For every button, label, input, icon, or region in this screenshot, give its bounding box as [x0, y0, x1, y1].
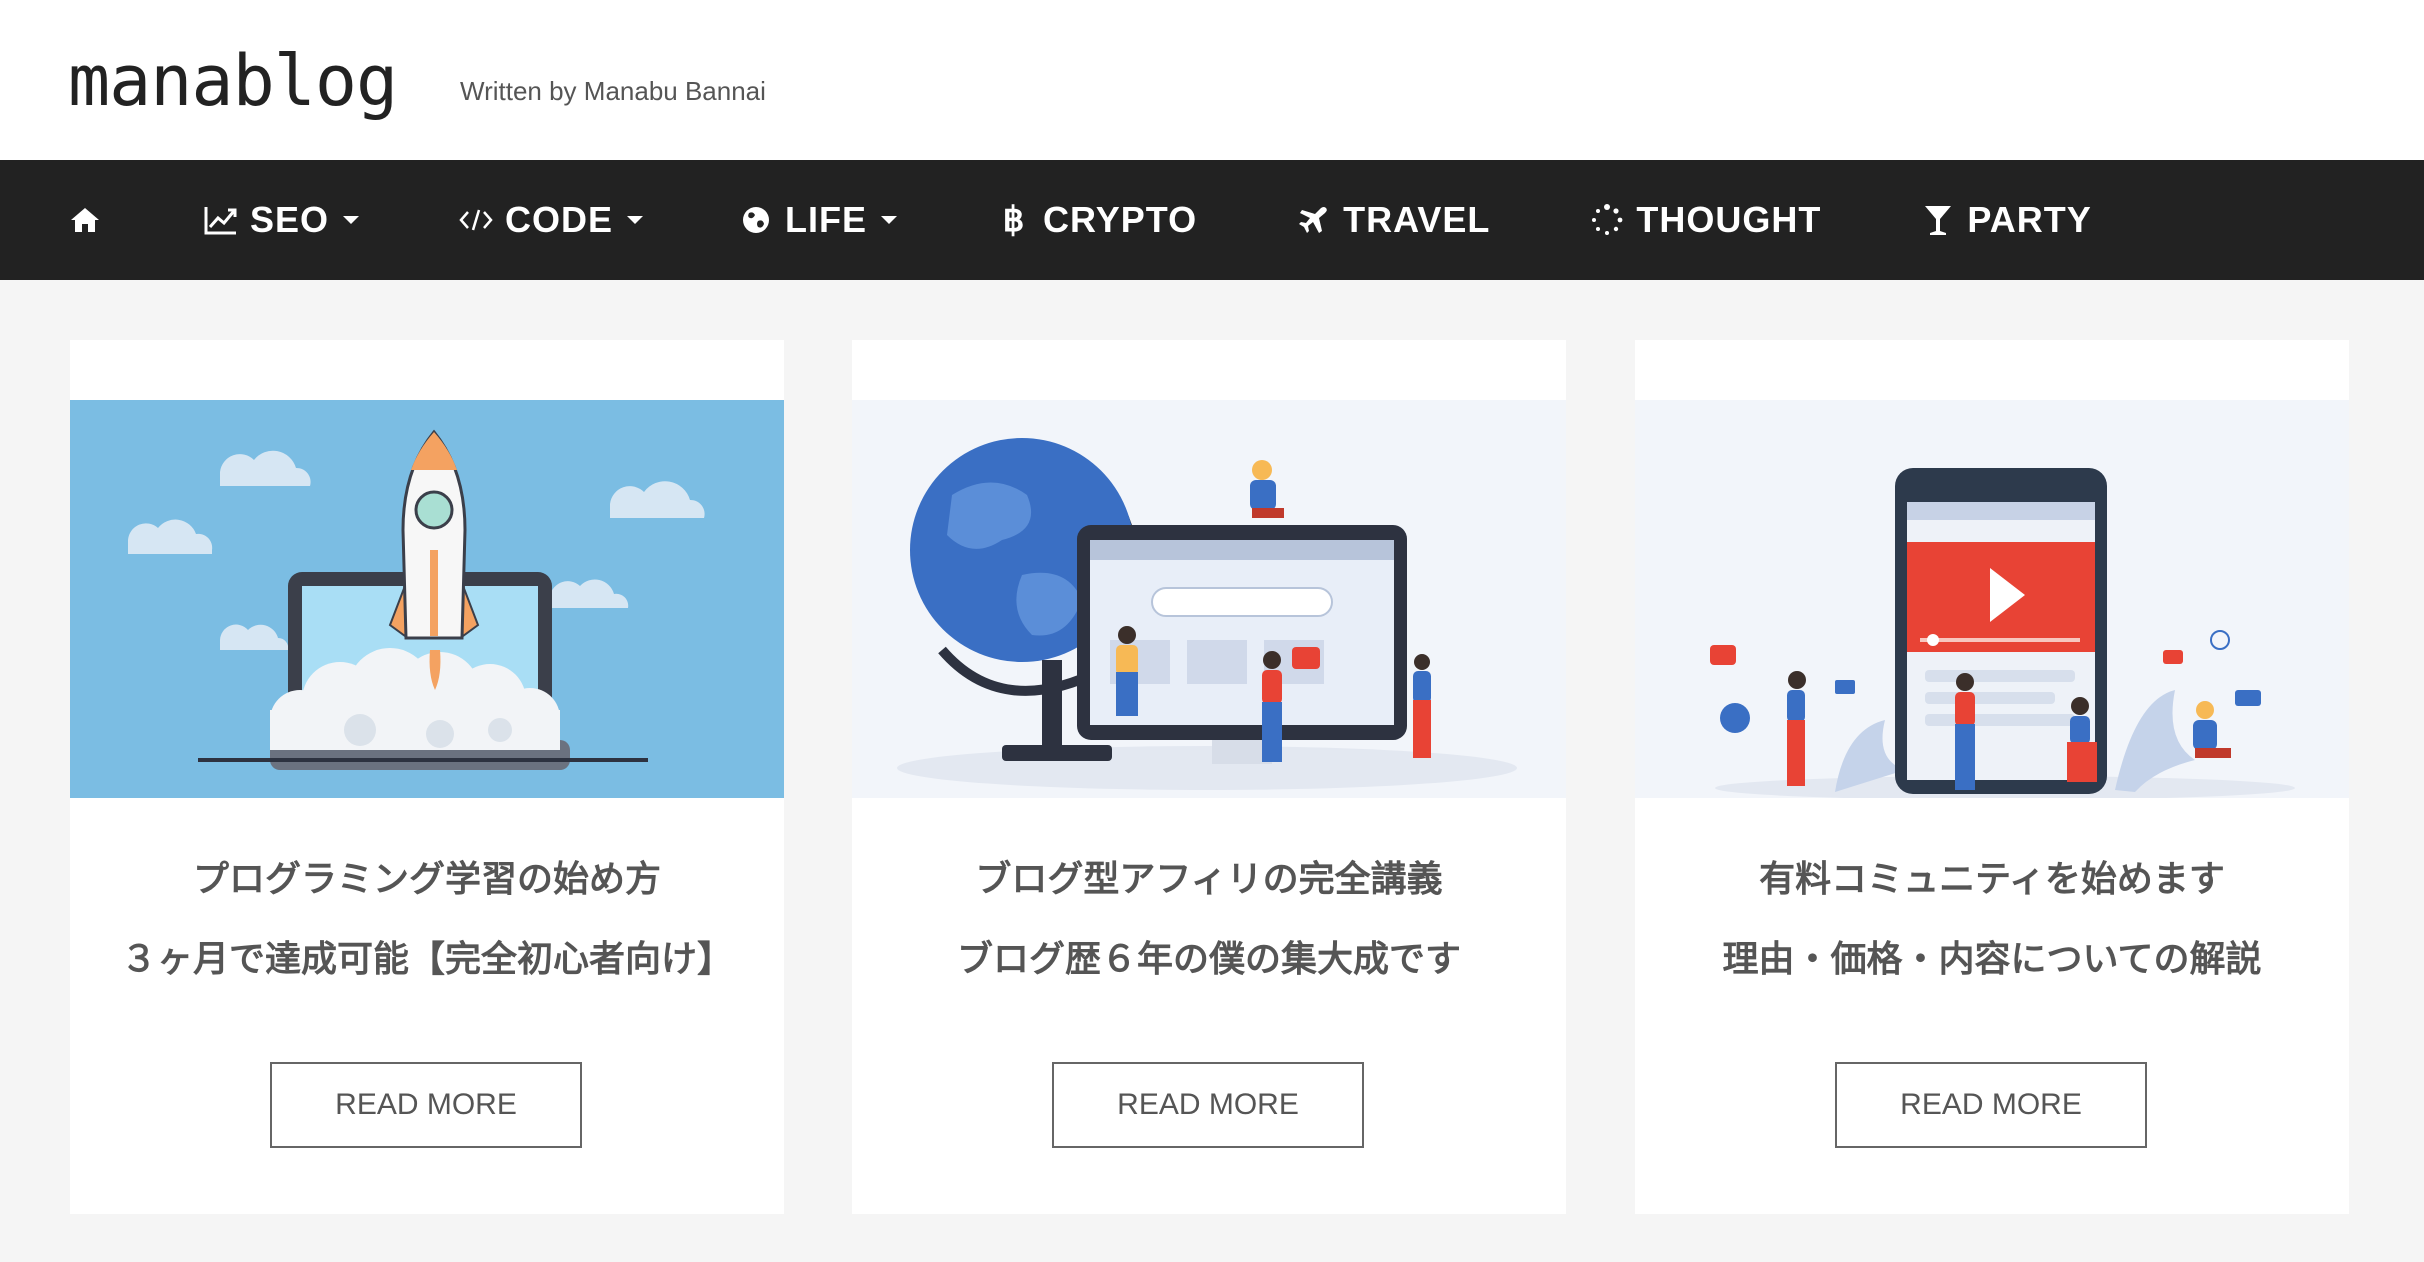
post-title-line2: ３ヶ月で達成可能【完全初心者向け】 — [120, 939, 733, 980]
rocket-laptop-illustration — [70, 400, 784, 798]
globe-icon — [739, 203, 773, 237]
globe-monitor-illustration — [852, 400, 1566, 798]
nav-home[interactable] — [68, 160, 114, 280]
bitcoin-icon: ฿ — [1002, 201, 1026, 239]
post-thumbnail[interactable] — [852, 400, 1566, 798]
read-more-button[interactable]: READ MORE — [270, 1062, 582, 1148]
post-card: ブログ型アフィリの完全講義 ブログ歴６年の僕の集大成です READ MORE — [852, 340, 1566, 1214]
nav-code-label: CODE — [505, 199, 614, 240]
read-more-button[interactable]: READ MORE — [1835, 1062, 2147, 1148]
post-title-line2: ブログ歴６年の僕の集大成です — [956, 939, 1461, 980]
spinner-icon — [1590, 203, 1624, 237]
post-thumbnail[interactable] — [1635, 400, 2349, 798]
home-icon — [68, 203, 102, 237]
cocktail-icon — [1921, 203, 1955, 237]
nav-thought[interactable]: THOUGHT — [1590, 160, 1821, 280]
site-logo[interactable]: manablog — [68, 46, 398, 116]
nav-life[interactable]: LIFE — [739, 160, 898, 280]
post-title[interactable]: プログラミング学習の始め方 ３ヶ月で達成可能【完全初心者向け】 — [70, 840, 784, 1000]
chevron-down-icon — [881, 216, 898, 224]
post-title-line1: 有料コミュニティを始めます — [1759, 859, 2225, 900]
nav-code[interactable]: CODE — [459, 160, 644, 280]
chevron-down-icon — [343, 216, 360, 224]
nav-party[interactable]: PARTY — [1921, 160, 2091, 280]
read-more-button[interactable]: READ MORE — [1052, 1062, 1364, 1148]
nav-crypto-label: CRYPTO — [1043, 199, 1198, 240]
nav-travel-label: TRAVEL — [1343, 199, 1491, 240]
nav-seo[interactable]: SEO — [204, 160, 360, 280]
main-nav: SEO CODE LIFE ฿ CRYPTO TRAVEL THOUGHT PA… — [0, 160, 2424, 280]
post-title-line2: 理由・価格・内容についての解説 — [1722, 939, 2262, 980]
chart-line-icon — [204, 203, 238, 237]
post-thumbnail[interactable] — [70, 400, 784, 798]
nav-party-label: PARTY — [1967, 199, 2092, 240]
code-icon — [459, 203, 493, 237]
site-tagline: Written by Manabu Bannai — [460, 76, 766, 106]
post-card: 有料コミュニティを始めます 理由・価格・内容についての解説 READ MORE — [1635, 340, 2349, 1214]
nav-travel[interactable]: TRAVEL — [1297, 160, 1490, 280]
post-title-line1: ブログ型アフィリの完全講義 — [975, 859, 1443, 900]
post-card: プログラミング学習の始め方 ３ヶ月で達成可能【完全初心者向け】 READ MOR… — [70, 340, 784, 1214]
nav-crypto[interactable]: ฿ CRYPTO — [997, 160, 1197, 280]
plane-icon — [1297, 203, 1331, 237]
chevron-down-icon — [627, 216, 644, 224]
site-header: manablog Written by Manabu Bannai — [0, 0, 2424, 160]
nav-thought-label: THOUGHT — [1636, 199, 1822, 240]
post-title[interactable]: ブログ型アフィリの完全講義 ブログ歴６年の僕の集大成です — [852, 840, 1566, 1000]
smartphone-video-illustration — [1635, 400, 2349, 798]
post-title-line1: プログラミング学習の始め方 — [192, 859, 661, 900]
post-title[interactable]: 有料コミュニティを始めます 理由・価格・内容についての解説 — [1635, 840, 2349, 1000]
nav-seo-label: SEO — [250, 199, 330, 240]
nav-life-label: LIFE — [785, 199, 868, 240]
post-list: プログラミング学習の始め方 ３ヶ月で達成可能【完全初心者向け】 READ MOR… — [0, 340, 2424, 1216]
